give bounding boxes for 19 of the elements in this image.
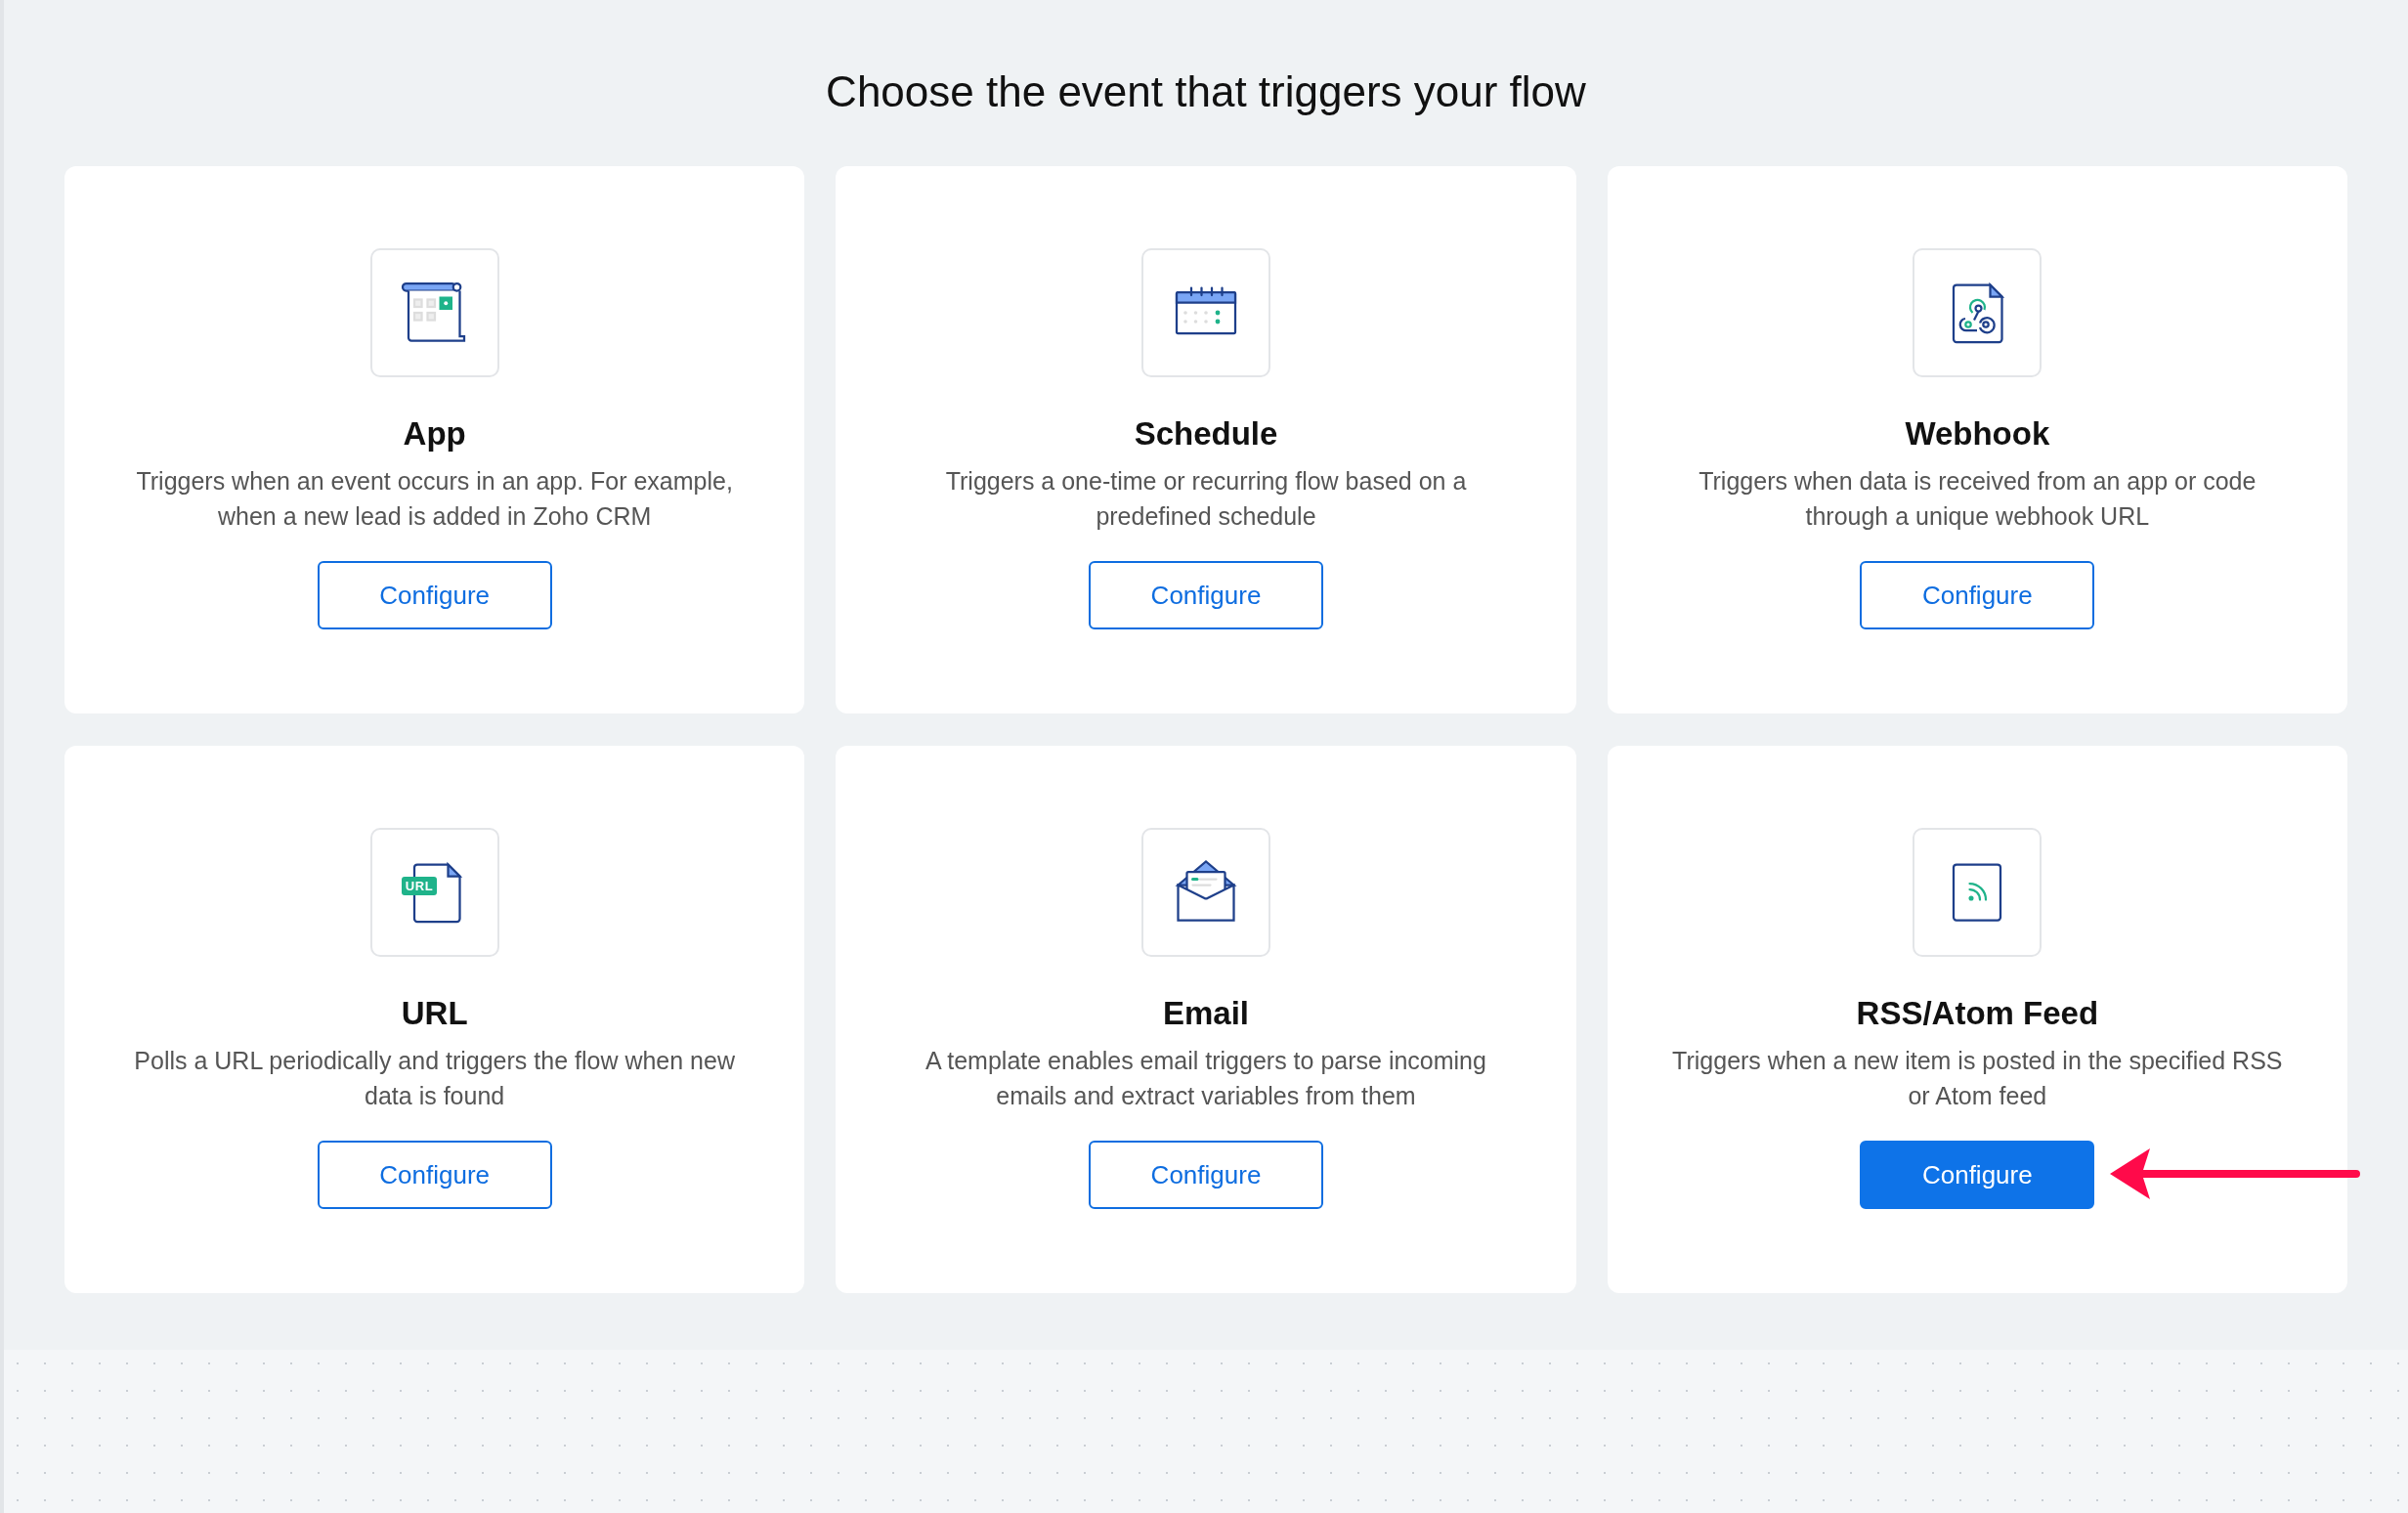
- card-title: Email: [1162, 994, 1249, 1033]
- card-description: A template enables email triggers to parse incoming emails and extract variables from them: [924, 1046, 1487, 1111]
- card-description: Triggers when an event occurs in an app. For example, when a new lead is added in Zoho CRM: [135, 466, 734, 532]
- card-description: Polls a URL periodically and triggers the flow when new data is found: [133, 1046, 736, 1111]
- card-description: Triggers when data is received from an app or code through a unique webhook URL: [1698, 466, 2258, 532]
- card-description: Triggers a one-time or recurring flow based on a predefined schedule: [944, 466, 1468, 532]
- configure-button[interactable]: Configure: [317, 1141, 552, 1209]
- configure-button[interactable]: Configure: [1089, 561, 1323, 629]
- configure-button[interactable]: Configure: [1089, 1141, 1323, 1209]
- configure-button[interactable]: Configure: [317, 561, 552, 629]
- configure-button[interactable]: Configure: [1860, 561, 2095, 629]
- card-title: RSS/Atom Feed: [1856, 994, 2099, 1033]
- card-title: App: [403, 414, 466, 454]
- card-description: Triggers when a new item is posted in the specified RSS or Atom feed: [1671, 1046, 2284, 1111]
- card-title: URL: [401, 994, 468, 1033]
- page-title: Choose the event that triggers your flow: [826, 66, 1586, 117]
- card-title: Schedule: [1134, 414, 1278, 454]
- card-title: Webhook: [1905, 414, 2050, 454]
- configure-button[interactable]: Configure: [1860, 1141, 2095, 1209]
